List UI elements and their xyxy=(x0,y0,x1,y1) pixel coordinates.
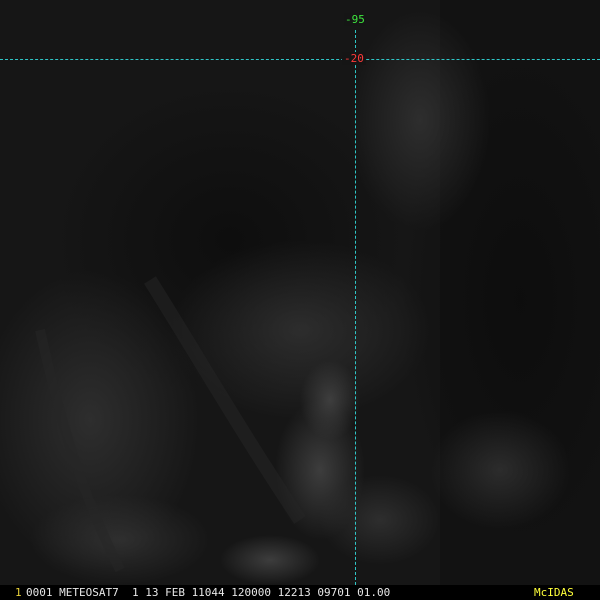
frame-number: 1 xyxy=(15,586,22,599)
longitude-grid-line xyxy=(355,30,356,585)
image-metadata-text: 0001 METEOSAT7 1 13 FEB 11044 120000 122… xyxy=(26,586,391,599)
latitude-label: -20 xyxy=(342,52,366,65)
image-caption-bar: 1 0001 METEOSAT7 1 13 FEB 11044 120000 1… xyxy=(0,585,600,600)
latitude-grid-line xyxy=(0,59,600,60)
mcidas-brand: McIDAS xyxy=(534,586,574,599)
satellite-image-viewer: -95 -20 1 0001 METEOSAT7 1 13 FEB 11044 … xyxy=(0,0,600,600)
longitude-label: -95 xyxy=(344,13,366,26)
satellite-imagery xyxy=(0,0,600,600)
